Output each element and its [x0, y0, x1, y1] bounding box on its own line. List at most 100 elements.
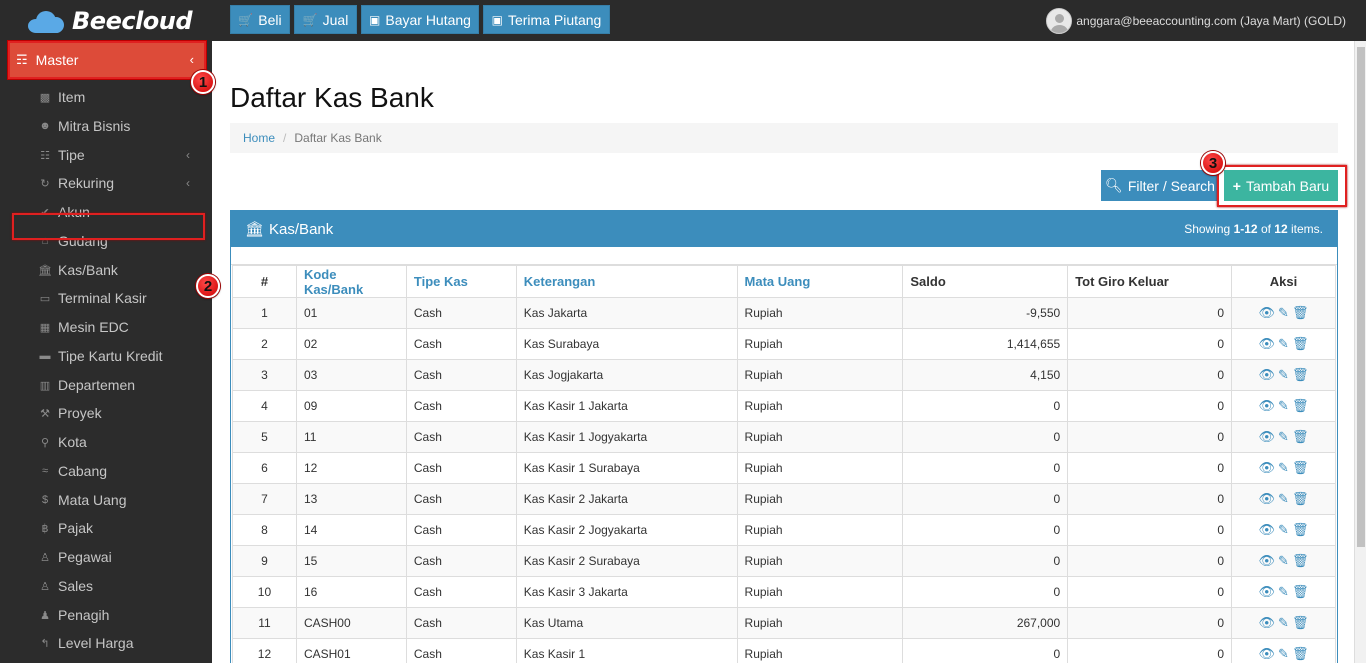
- sidebar-item-item[interactable]: ▩ Item: [38, 86, 85, 108]
- terima-piutang-button[interactable]: ▣ Terima Piutang: [483, 5, 610, 34]
- sidebar-item-kota[interactable]: ⚲ Kota: [38, 431, 87, 453]
- sidebar-master-menu[interactable]: ☶ Master ‹: [8, 41, 206, 79]
- calculator-icon: ▦: [39, 321, 51, 334]
- male-icon: ♙: [40, 551, 50, 564]
- table-cell: Rupiah: [736, 390, 904, 422]
- page-scrollbar[interactable]: [1354, 41, 1366, 663]
- view-icon[interactable]: 👁︎: [1259, 646, 1276, 662]
- edit-icon[interactable]: ✎: [1278, 522, 1289, 538]
- gavel-icon: ⚒: [40, 407, 50, 420]
- bayar-hutang-label: Bayar Hutang: [385, 11, 471, 28]
- edit-icon[interactable]: ✎: [1278, 615, 1289, 631]
- trash-icon[interactable]: 🗑︎: [1292, 305, 1309, 321]
- page-title: Daftar Kas Bank: [230, 82, 434, 113]
- edit-icon[interactable]: ✎: [1278, 491, 1289, 507]
- trash-icon[interactable]: 🗑︎: [1292, 553, 1309, 569]
- edit-icon[interactable]: ✎: [1278, 553, 1289, 569]
- beli-button[interactable]: 🛒 Beli: [230, 5, 290, 34]
- sidebar-item-mesin-edc[interactable]: ▦ Mesin EDC: [38, 316, 129, 338]
- user-menu[interactable]: anggara@beeaccounting.com (Jaya Mart) (G…: [1046, 0, 1366, 41]
- trash-icon[interactable]: 🗑︎: [1292, 491, 1309, 507]
- row-actions: 👁︎ ✎ 🗑︎: [1231, 576, 1336, 608]
- table-cell: 0: [1067, 576, 1233, 608]
- sidebar-item-cabang[interactable]: ≈ Cabang: [38, 460, 107, 482]
- annotation-badge-1: 1: [191, 70, 215, 94]
- trash-icon[interactable]: 🗑︎: [1292, 522, 1309, 538]
- table-cell: 0: [902, 421, 1069, 453]
- row-actions: 👁︎ ✎ 🗑︎: [1231, 545, 1336, 577]
- table-cell: 0: [1067, 297, 1233, 329]
- edit-icon[interactable]: ✎: [1278, 460, 1289, 476]
- table-cell: Cash: [405, 483, 517, 515]
- sidebar-item-label: Pegawai: [58, 549, 112, 565]
- sidebar-item-rekuring[interactable]: ↻ Rekuring ‹: [38, 172, 190, 194]
- edit-icon[interactable]: ✎: [1278, 398, 1289, 414]
- edit-icon[interactable]: ✎: [1278, 305, 1289, 321]
- trash-icon[interactable]: 🗑︎: [1292, 646, 1309, 662]
- trash-icon[interactable]: 🗑︎: [1292, 584, 1309, 600]
- edit-icon[interactable]: ✎: [1278, 336, 1289, 352]
- table-cell: 0: [902, 514, 1069, 546]
- trash-icon[interactable]: 🗑︎: [1292, 615, 1309, 631]
- view-icon[interactable]: 👁︎: [1259, 522, 1276, 538]
- table-cell: 16: [295, 576, 407, 608]
- trash-icon[interactable]: 🗑︎: [1292, 429, 1309, 445]
- view-icon[interactable]: 👁︎: [1259, 491, 1276, 507]
- column-header-kode-kas-bank[interactable]: Kode Kas/Bank: [295, 265, 407, 298]
- table-cell: 8: [232, 514, 297, 546]
- sidebar-item-pegawai[interactable]: ♙ Pegawai: [38, 546, 112, 568]
- users-icon: ☻: [39, 120, 51, 132]
- view-icon[interactable]: 👁︎: [1259, 336, 1276, 352]
- view-icon[interactable]: 👁︎: [1259, 398, 1276, 414]
- view-icon[interactable]: 👁︎: [1259, 553, 1276, 569]
- edit-icon[interactable]: ✎: [1278, 367, 1289, 383]
- jual-button[interactable]: 🛒 Jual: [294, 5, 357, 34]
- sidebar-item-sales[interactable]: ♙ Sales: [38, 575, 93, 597]
- sidebar-item-tipe[interactable]: ☷ Tipe ‹: [38, 144, 190, 166]
- view-icon[interactable]: 👁︎: [1259, 305, 1276, 321]
- sidebar-item-penagih[interactable]: ♟ Penagih: [38, 604, 109, 626]
- sidebar-item-terminal-kasir[interactable]: ▭ Terminal Kasir: [38, 287, 147, 309]
- brand-name: Beecloud: [72, 6, 193, 35]
- sidebar-item-mata-uang[interactable]: $ Mata Uang: [38, 489, 127, 511]
- column-header-saldo: Saldo: [902, 265, 1069, 298]
- trash-icon[interactable]: 🗑︎: [1292, 460, 1309, 476]
- bayar-hutang-button[interactable]: ▣ Bayar Hutang: [361, 5, 479, 34]
- brand-logo[interactable]: Beecloud: [0, 0, 212, 41]
- table-cell: Rupiah: [736, 545, 904, 577]
- table-cell: Rupiah: [736, 452, 904, 484]
- table-cell: CASH01: [295, 638, 407, 663]
- sidebar-item-pajak[interactable]: ฿ Pajak: [38, 517, 94, 539]
- sidebar-item-departemen[interactable]: ▥ Departemen: [38, 374, 135, 396]
- sidebar-item-level-harga[interactable]: ↰ Level Harga: [38, 632, 133, 654]
- edit-icon[interactable]: ✎: [1278, 429, 1289, 445]
- view-icon[interactable]: 👁︎: [1259, 429, 1276, 445]
- column-header-tipe-kas[interactable]: Tipe Kas: [405, 265, 517, 298]
- trash-icon[interactable]: 🗑︎: [1292, 398, 1309, 414]
- table-cell: 5: [232, 421, 297, 453]
- tambah-baru-button[interactable]: + Tambah Baru: [1224, 170, 1338, 201]
- sidebar-item-kas-bank[interactable]: 🏛︎ Kas/Bank: [38, 259, 118, 281]
- view-icon[interactable]: 👁︎: [1259, 367, 1276, 383]
- table-cell: 0: [1067, 390, 1233, 422]
- sidebar-item-proyek[interactable]: ⚒ Proyek: [38, 402, 102, 424]
- table-cell: 3: [232, 359, 297, 391]
- table-cell: 1: [232, 297, 297, 329]
- table-row: 11 CASH00 Cash Kas Utama Rupiah 267,000 0 👁︎ ✎ 🗑︎: [232, 607, 1336, 639]
- sidebar-item-tipe-kartu-kredit[interactable]: ▬ Tipe Kartu Kredit: [38, 345, 163, 367]
- sidebar-item-mitra-bisnis[interactable]: ☻ Mitra Bisnis: [38, 115, 130, 137]
- trash-icon[interactable]: 🗑︎: [1292, 336, 1309, 352]
- filter-search-button[interactable]: 🔍︎ Filter / Search: [1101, 170, 1219, 201]
- table-cell: 01: [295, 297, 407, 329]
- column-header-keterangan[interactable]: Keterangan: [515, 265, 738, 298]
- breadcrumb-home[interactable]: Home: [243, 131, 275, 145]
- column-header-mata-uang[interactable]: Mata Uang: [736, 265, 904, 298]
- view-icon[interactable]: 👁︎: [1259, 460, 1276, 476]
- table-cell: 0: [1067, 638, 1233, 663]
- edit-icon[interactable]: ✎: [1278, 584, 1289, 600]
- view-icon[interactable]: 👁︎: [1259, 584, 1276, 600]
- view-icon[interactable]: 👁︎: [1259, 615, 1276, 631]
- table-cell: Rupiah: [736, 514, 904, 546]
- trash-icon[interactable]: 🗑︎: [1292, 367, 1309, 383]
- edit-icon[interactable]: ✎: [1278, 646, 1289, 662]
